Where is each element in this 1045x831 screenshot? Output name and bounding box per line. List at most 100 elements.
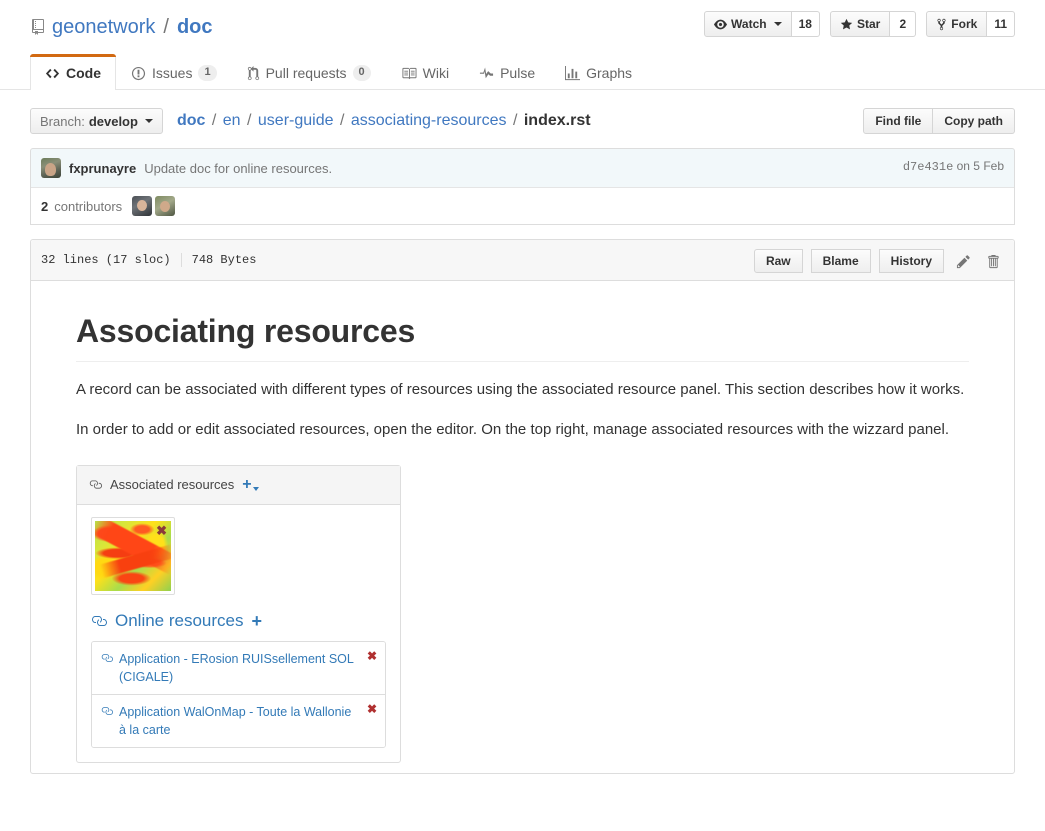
breadcrumb-separator: / [339,112,345,129]
online-resources-header: Online resources + [91,611,386,631]
add-associated-resource-button[interactable]: + [242,476,259,493]
file-actions: Raw Blame History [753,249,1004,273]
blame-button[interactable]: Blame [810,249,871,273]
tab-pull-requests-label: Pull requests [265,65,347,81]
repo-icon [30,19,46,35]
page-title: Associating resources [76,311,969,362]
commit-message: Update doc for online resources. [144,160,333,176]
commit-date: on 5 Feb [956,159,1004,173]
thumbnail-container[interactable]: ✖ [91,516,175,595]
chevron-down-icon [144,119,153,123]
tab-pulse[interactable]: Pulse [464,54,550,90]
trashcan-icon[interactable] [982,249,1004,273]
commit-sha[interactable]: d7e431e [903,160,953,174]
breadcrumb-separator: / [247,112,252,129]
file-header: 32 lines (17 sloc) 748 Bytes Raw Blame H… [31,240,1014,281]
branch-name: develop [88,113,138,129]
paragraph-2: In order to add or edit associated resou… [76,421,950,439]
code-icon [45,66,60,81]
star-count: 2 [890,11,917,37]
tab-issues-label: Issues [152,65,193,81]
repo-header: geonetwork / doc Watch 18 Star 2 Fork 11 [0,0,1045,40]
social-actions: Watch 18 Star 2 Fork 11 [704,11,1015,37]
watch-button-group: Watch 18 [704,11,820,37]
breadcrumb-item-en[interactable]: en [223,112,241,129]
tab-wiki-label: Wiki [422,65,450,81]
tab-graphs[interactable]: Graphs [550,54,647,90]
pulse-icon [479,66,494,81]
commit-meta: d7e431e on 5 Feb [903,159,1004,174]
git-pull-request-icon [247,65,260,81]
fork-button[interactable]: Fork [926,11,988,37]
remove-thumbnail-button[interactable]: ✖ [156,524,167,537]
file-navigation: Branch: develop doc / en / user-guide / … [0,90,1045,148]
fork-count: 11 [987,11,1015,37]
divider [180,253,182,267]
online-resource-link[interactable]: Application - ERosion RUISsellement SOL … [119,650,359,686]
repo-separator: / [163,16,169,38]
find-file-button[interactable]: Find file [863,108,934,134]
associated-resources-body: ✖ Online resources + Application - ERosi… [77,505,400,763]
copy-path-button[interactable]: Copy path [933,108,1015,134]
commit-author-link[interactable]: fxprunayre [69,161,136,176]
history-button[interactable]: History [878,249,944,273]
graph-icon [565,65,581,81]
add-online-resource-button[interactable]: + [252,612,263,630]
branch-selector[interactable]: Branch: develop [30,108,163,134]
chevron-down-icon [252,486,259,491]
watch-button[interactable]: Watch [704,11,792,37]
chevron-down-icon [773,22,782,26]
repo-name-link[interactable]: doc [177,14,213,40]
issues-count: 1 [198,65,217,81]
watch-label: Watch [731,17,767,31]
avatar[interactable] [132,196,153,216]
associated-resources-header: Associated resources + [77,465,400,505]
pencil-icon[interactable] [952,249,974,273]
pull-requests-count: 0 [352,65,371,81]
issue-opened-icon [131,66,146,81]
file-nav-actions: Find file Copy path [863,108,1015,134]
rendered-file-content: Associating resources A record can be as… [31,281,1014,773]
tab-code[interactable]: Code [30,54,116,90]
star-label: Star [856,17,881,31]
raw-button[interactable]: Raw [753,249,803,273]
tab-pull-requests[interactable]: Pull requests 0 [232,54,386,90]
list-item: Application WalOnMap - Toute la Wallonie… [92,694,385,748]
tab-pulse-label: Pulse [500,65,536,81]
remove-resource-button[interactable]: ✖ [367,703,377,715]
file-info: 32 lines (17 sloc) 748 Bytes [41,253,256,267]
breadcrumb-item-user-guide[interactable]: user-guide [258,112,334,129]
contributors-label: contributors [54,198,123,214]
book-icon [401,66,417,81]
associated-resources-title: Associated resources [110,477,235,493]
breadcrumb-separator: / [512,112,518,129]
link-icon [89,478,102,491]
online-resource-link[interactable]: Application WalOnMap - Toute la Wallonie… [119,703,359,739]
link-icon [101,705,113,717]
breadcrumb: doc / en / user-guide / associating-reso… [177,108,591,134]
tab-code-label: Code [66,65,101,81]
tab-wiki[interactable]: Wiki [386,54,464,90]
breadcrumb-item-associating-resources[interactable]: associating-resources [351,112,507,129]
avatar [41,158,61,178]
avatar[interactable] [155,196,176,216]
link-icon [91,613,107,629]
breadcrumb-separator: / [211,112,217,129]
fork-button-group: Fork 11 [926,11,1015,37]
branch-prefix-label: Branch: [40,113,85,129]
repo-nav-tabs: Code Issues 1 Pull requests 0 Wiki Pulse… [0,54,1045,90]
contributor-avatars [132,196,176,216]
repo-owner-link[interactable]: geonetwork [52,14,155,40]
link-icon [101,652,113,664]
star-button-group: Star 2 [829,11,917,37]
contributors-row: 2 contributors [31,187,1014,224]
star-button[interactable]: Star [829,11,891,37]
online-resources-title: Online resources [115,610,244,630]
breadcrumb-item-doc[interactable]: doc [177,112,205,129]
breadcrumb-current-file: index.rst [523,112,591,129]
remove-resource-button[interactable]: ✖ [367,650,377,662]
latest-commit-row: fxprunayre Update doc for online resourc… [31,149,1014,187]
tab-issues[interactable]: Issues 1 [116,54,232,90]
embedded-screenshot-associated-resources: Associated resources + ✖ Online resource… [76,464,401,764]
tab-graphs-label: Graphs [586,65,633,81]
